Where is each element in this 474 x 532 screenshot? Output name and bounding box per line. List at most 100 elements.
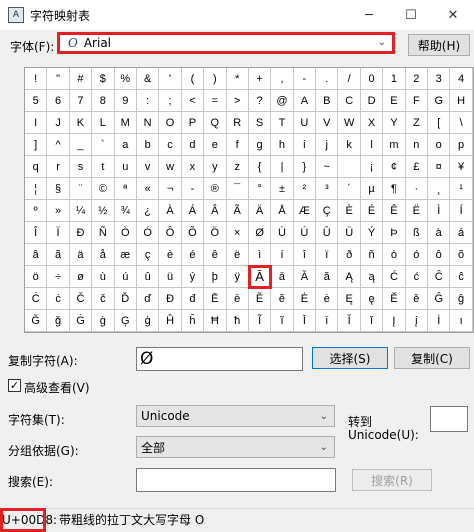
char-cell[interactable]: D — [360, 90, 384, 112]
char-cell[interactable]: ä — [69, 244, 93, 266]
select-button[interactable]: 选择(S) — [312, 347, 388, 369]
char-cell[interactable]: X — [360, 112, 384, 134]
char-cell[interactable]: ø — [69, 266, 93, 288]
char-cell[interactable]: Ô — [159, 222, 182, 244]
char-cell[interactable]: 5 — [25, 90, 48, 112]
char-cell[interactable]: Ĕ — [248, 288, 272, 310]
char-cell[interactable]: ÿ — [226, 266, 249, 288]
char-cell[interactable]: æ — [114, 244, 137, 266]
char-cell[interactable]: û — [136, 266, 160, 288]
char-cell[interactable]: ± — [271, 178, 294, 200]
minimize-button[interactable]: ─ — [348, 0, 390, 30]
char-cell[interactable]: Ĉ — [428, 266, 451, 288]
char-cell[interactable]: < — [181, 90, 205, 112]
char-cell[interactable]: é — [181, 244, 205, 266]
char-cell[interactable]: £ — [405, 156, 429, 178]
char-cell[interactable]: F — [405, 90, 429, 112]
char-cell[interactable]: § — [47, 178, 70, 200]
char-cell[interactable]: ī — [316, 310, 339, 332]
char-cell[interactable]: B — [316, 90, 339, 112]
char-cell[interactable]: & — [136, 68, 160, 90]
char-cell[interactable]: l — [360, 134, 384, 156]
char-cell[interactable]: ÷ — [47, 266, 70, 288]
char-cell[interactable]: © — [92, 178, 115, 200]
char-cell[interactable]: Õ — [181, 222, 205, 244]
char-cell[interactable]: ė — [316, 288, 339, 310]
char-cell[interactable]: ¿ — [136, 200, 160, 222]
search-input[interactable] — [136, 468, 336, 492]
char-cell[interactable]: ă — [316, 266, 339, 288]
char-cell[interactable]: Ë — [405, 200, 429, 222]
char-cell[interactable]: Û — [316, 222, 339, 244]
char-cell[interactable]: ç — [136, 244, 160, 266]
char-cell[interactable]: e — [204, 134, 227, 156]
char-cell[interactable]: ? — [248, 90, 272, 112]
char-cell[interactable]: i — [293, 134, 317, 156]
char-cell[interactable]: ĕ — [271, 288, 294, 310]
char-cell[interactable]: ð — [338, 244, 361, 266]
char-cell[interactable]: ģ — [136, 310, 160, 332]
char-cell[interactable]: H — [450, 90, 473, 112]
char-cell[interactable]: Ģ — [114, 310, 137, 332]
char-cell[interactable]: Ã — [226, 200, 249, 222]
char-cell[interactable]: 2 — [405, 68, 429, 90]
char-cell[interactable]: ć — [405, 266, 429, 288]
char-cell[interactable]: d — [181, 134, 205, 156]
char-cell[interactable]: Y — [383, 112, 406, 134]
char-cell[interactable]: ĭ — [360, 310, 384, 332]
char-cell[interactable]: É — [360, 200, 384, 222]
char-cell[interactable]: / — [338, 68, 361, 90]
char-cell[interactable]: ě — [405, 288, 429, 310]
char-cell[interactable]: Ă — [293, 266, 317, 288]
char-cell[interactable]: ) — [204, 68, 227, 90]
char-cell[interactable]: 6 — [47, 90, 70, 112]
char-cell[interactable]: ü — [159, 266, 182, 288]
char-cell[interactable]: C — [338, 90, 361, 112]
char-cell[interactable]: ^ — [47, 134, 70, 156]
char-cell[interactable]: Ü — [338, 222, 361, 244]
char-cell[interactable]: ~ — [316, 156, 339, 178]
char-cell[interactable]: ] — [25, 134, 48, 156]
char-cell[interactable]: : — [136, 90, 160, 112]
char-cell[interactable]: 1 — [383, 68, 406, 90]
char-cell[interactable]: Ï — [47, 222, 70, 244]
char-cell[interactable]: í — [271, 244, 294, 266]
char-cell[interactable]: j — [316, 134, 339, 156]
char-cell[interactable]: f — [226, 134, 249, 156]
char-cell[interactable]: Ė — [293, 288, 317, 310]
char-cell[interactable]: Ē — [204, 288, 227, 310]
char-cell[interactable]: s — [69, 156, 93, 178]
char-cell[interactable]: V — [316, 112, 339, 134]
char-cell[interactable]: ħ — [226, 310, 249, 332]
char-cell[interactable]: â — [25, 244, 48, 266]
char-cell[interactable]: ö — [25, 266, 48, 288]
char-cell[interactable]: ¡ — [360, 156, 384, 178]
search-button[interactable]: 搜索(R) — [352, 469, 432, 491]
char-cell[interactable]: ġ — [92, 310, 115, 332]
char-cell[interactable]: ı — [450, 310, 473, 332]
char-cell[interactable]: ê — [204, 244, 227, 266]
char-cell[interactable]: Â — [204, 200, 227, 222]
char-cell[interactable]: á — [450, 222, 473, 244]
char-cell[interactable]: ( — [181, 68, 205, 90]
char-cell[interactable]: Ĝ — [428, 288, 451, 310]
charset-select[interactable]: Unicode ⌄ — [136, 405, 335, 427]
char-cell[interactable]: G — [428, 90, 451, 112]
char-cell[interactable]: t — [92, 156, 115, 178]
char-cell[interactable]: Ð — [69, 222, 93, 244]
char-cell[interactable]: Ď — [114, 288, 137, 310]
char-cell[interactable]: Ć — [383, 266, 406, 288]
char-cell[interactable]: À — [159, 200, 182, 222]
char-cell[interactable]: č — [92, 288, 115, 310]
char-cell[interactable]: ò — [383, 244, 406, 266]
char-cell[interactable]: 0 — [360, 68, 384, 90]
char-cell[interactable]: T — [271, 112, 294, 134]
char-cell[interactable]: Ø — [248, 222, 272, 244]
char-cell[interactable]: õ — [450, 244, 473, 266]
char-cell[interactable]: Q — [204, 112, 227, 134]
char-cell[interactable]: 7 — [69, 90, 93, 112]
char-cell[interactable]: + — [248, 68, 272, 90]
char-cell[interactable]: Þ — [383, 222, 406, 244]
char-cell[interactable]: 3 — [428, 68, 451, 90]
char-cell[interactable]: E — [383, 90, 406, 112]
